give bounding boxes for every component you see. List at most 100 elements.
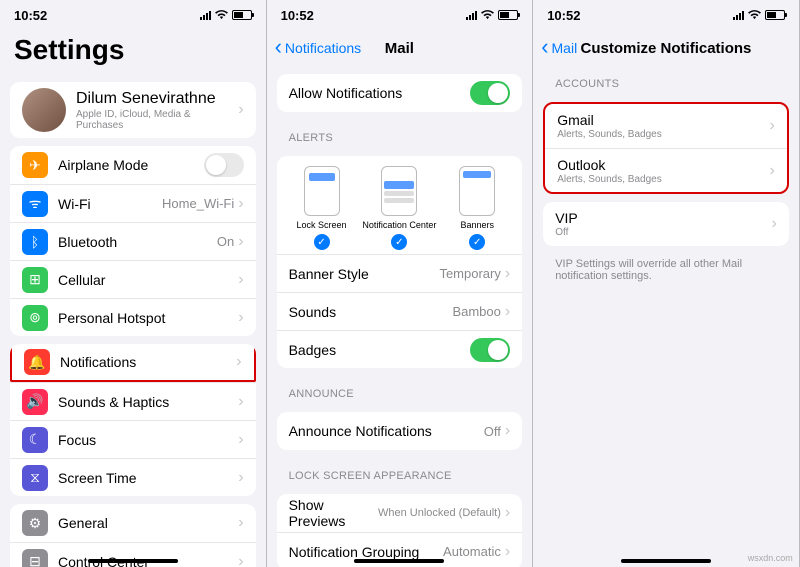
hotspot-row[interactable]: ⊚Personal Hotspot›	[10, 298, 256, 336]
outlook-row[interactable]: OutlookAlerts, Sounds, Badges ›	[545, 148, 787, 192]
previews-row[interactable]: Show PreviewsWhen Unlocked (Default)›	[277, 494, 523, 532]
airplane-toggle[interactable]	[204, 153, 244, 177]
announce-header: ANNOUNCE	[267, 376, 533, 404]
announce-group: Announce NotificationsOff›	[277, 412, 523, 450]
battery-icon	[765, 10, 785, 20]
status-icons	[200, 10, 252, 20]
home-indicator[interactable]	[621, 559, 711, 563]
lsa-header: LOCK SCREEN APPEARANCE	[267, 458, 533, 486]
allow-toggle[interactable]	[470, 81, 510, 105]
general-row[interactable]: ⚙General›	[10, 504, 256, 542]
cellular-row[interactable]: ⊞Cellular›	[10, 260, 256, 298]
control-row[interactable]: ⊟Control Center›	[10, 542, 256, 567]
status-bar: 10:52	[267, 0, 533, 30]
cellular-icon: ⊞	[22, 267, 48, 293]
chevron-icon: ›	[771, 215, 776, 233]
wifi-icon	[481, 10, 494, 20]
gear-icon: ⚙	[22, 510, 48, 536]
page-title: Settings	[0, 30, 266, 74]
alert-notifcenter[interactable]: Notification Center✓	[360, 166, 438, 250]
lsa-group: Show PreviewsWhen Unlocked (Default)› No…	[277, 494, 523, 567]
chevron-icon: ›	[769, 162, 774, 180]
alert-banners[interactable]: Banners✓	[438, 166, 516, 250]
settings-screen: 10:52 Settings Dilum Senevirathne Apple …	[0, 0, 267, 567]
chevron-icon: ›	[505, 504, 510, 522]
airplane-row[interactable]: ✈Airplane Mode	[10, 146, 256, 184]
status-time: 10:52	[547, 8, 580, 23]
chevron-icon: ›	[238, 553, 243, 567]
moon-icon: ☾	[22, 427, 48, 453]
bannerstyle-row[interactable]: Banner StyleTemporary›	[277, 254, 523, 292]
chevron-icon: ›	[236, 353, 241, 371]
badges-row[interactable]: Badges	[277, 330, 523, 368]
battery-icon	[498, 10, 518, 20]
announce-row[interactable]: Announce NotificationsOff›	[277, 412, 523, 450]
profile-row[interactable]: Dilum Senevirathne Apple ID, iCloud, Med…	[10, 82, 256, 138]
speaker-icon: 🔊	[22, 389, 48, 415]
chevron-icon: ›	[238, 514, 243, 532]
attention-group: 🔔Notifications› 🔊Sounds & Haptics› ☾Focu…	[10, 344, 256, 496]
lockscreen-preview-icon	[304, 166, 340, 216]
chevron-icon: ›	[238, 271, 243, 289]
chevron-icon: ›	[238, 393, 243, 411]
status-icons	[466, 10, 518, 20]
chevron-icon: ›	[505, 303, 510, 321]
signal-icon	[733, 10, 744, 20]
wifi-icon	[215, 10, 228, 20]
sliders-icon: ⊟	[22, 549, 48, 567]
chevron-icon: ›	[238, 195, 243, 213]
notifications-row[interactable]: 🔔Notifications›	[10, 344, 256, 382]
bell-icon: 🔔	[24, 349, 50, 375]
vip-group: VIPOff ›	[543, 202, 789, 246]
focus-row[interactable]: ☾Focus›	[10, 420, 256, 458]
settings-content: Settings Dilum Senevirathne Apple ID, iC…	[0, 30, 266, 567]
alert-lockscreen[interactable]: Lock Screen✓	[283, 166, 361, 250]
customize-content: ACCOUNTS GmailAlerts, Sounds, Badges › O…	[533, 66, 799, 567]
watermark: wsxdn.com	[748, 553, 793, 563]
badges-toggle[interactable]	[470, 338, 510, 362]
airplane-icon: ✈	[22, 152, 48, 178]
chevron-icon: ›	[238, 309, 243, 327]
allow-row[interactable]: Allow Notifications	[277, 74, 523, 112]
status-bar: 10:52	[0, 0, 266, 30]
check-icon: ✓	[314, 234, 330, 250]
bluetooth-row[interactable]: ᛒBluetoothOn›	[10, 222, 256, 260]
nav-bar: Notifications Mail	[267, 30, 533, 66]
connectivity-group: ✈Airplane Mode ᯤWi-FiHome_Wi-Fi› ᛒBlueto…	[10, 146, 256, 336]
screentime-row[interactable]: ⧖Screen Time›	[10, 458, 256, 496]
signal-icon	[466, 10, 477, 20]
home-indicator[interactable]	[354, 559, 444, 563]
chevron-icon: ›	[505, 543, 510, 561]
home-indicator[interactable]	[88, 559, 178, 563]
banner-preview-icon	[459, 166, 495, 216]
status-bar: 10:52	[533, 0, 799, 30]
allow-group: Allow Notifications	[277, 74, 523, 112]
back-button[interactable]: Notifications	[275, 40, 362, 56]
chevron-icon: ›	[505, 265, 510, 283]
wifi-row[interactable]: ᯤWi-FiHome_Wi-Fi›	[10, 184, 256, 222]
alert-previews: Lock Screen✓ Notification Center✓ Banner…	[277, 156, 523, 254]
vip-row[interactable]: VIPOff ›	[543, 202, 789, 246]
profile-name: Dilum Senevirathne	[76, 90, 238, 108]
accounts-group: GmailAlerts, Sounds, Badges › OutlookAle…	[543, 102, 789, 194]
gmail-row[interactable]: GmailAlerts, Sounds, Badges ›	[545, 104, 787, 148]
wifi-settings-icon: ᯤ	[22, 191, 48, 217]
chevron-icon: ›	[238, 431, 243, 449]
alerts-group: Lock Screen✓ Notification Center✓ Banner…	[277, 156, 523, 368]
mail-content: Allow Notifications ALERTS Lock Screen✓ …	[267, 66, 533, 567]
nav-title: Mail	[385, 40, 414, 57]
mail-notifications-screen: 10:52 Notifications Mail Allow Notificat…	[267, 0, 534, 567]
battery-icon	[232, 10, 252, 20]
sounds-row[interactable]: SoundsBamboo›	[277, 292, 523, 330]
wifi-icon	[748, 10, 761, 20]
check-icon: ✓	[391, 234, 407, 250]
profile-sub: Apple ID, iCloud, Media & Purchases	[76, 109, 238, 131]
chevron-icon: ›	[238, 469, 243, 487]
alerts-header: ALERTS	[267, 120, 533, 148]
vip-footer: VIP Settings will override all other Mai…	[533, 254, 799, 290]
status-icons	[733, 10, 785, 20]
back-button[interactable]: Mail	[541, 40, 577, 56]
sounds-row[interactable]: 🔊Sounds & Haptics›	[10, 382, 256, 420]
hourglass-icon: ⧖	[22, 465, 48, 491]
status-time: 10:52	[281, 8, 314, 23]
